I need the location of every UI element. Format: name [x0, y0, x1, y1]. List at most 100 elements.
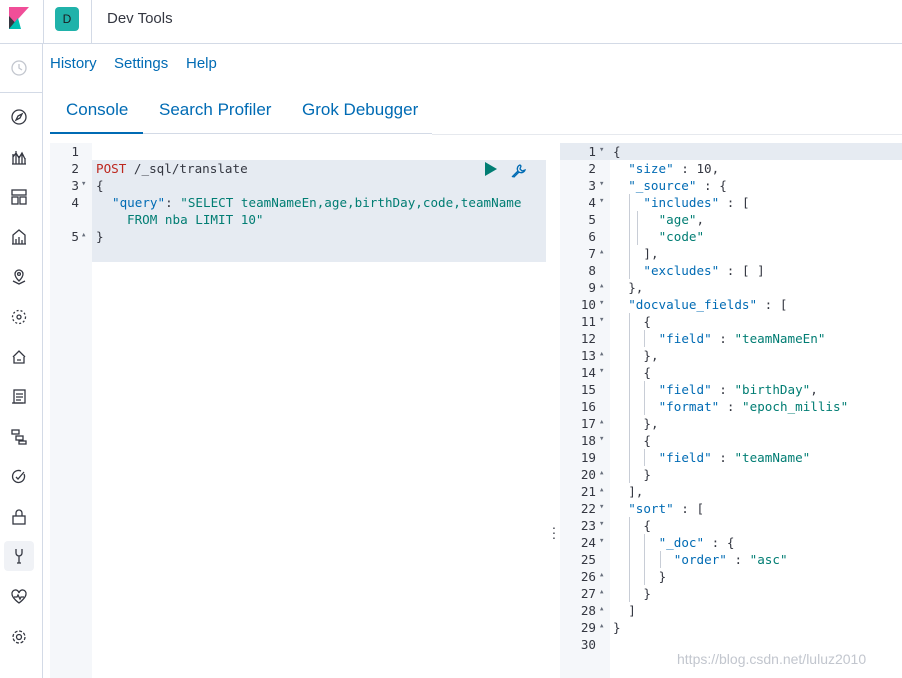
line-number: 28	[580, 603, 596, 618]
response-line: {	[643, 314, 651, 329]
canvas-icon[interactable]	[7, 225, 31, 249]
response-line: "field" : "teamName"	[658, 450, 811, 465]
open-brace: {	[96, 178, 104, 193]
line-number: 30	[580, 637, 596, 652]
resize-handle[interactable]: · · ·	[551, 520, 557, 544]
fold-open-icon[interactable]: ▾	[599, 502, 604, 512]
response-line: "code"	[658, 229, 705, 244]
response-line: "_source" : {	[628, 178, 727, 193]
line-number: 3	[71, 178, 79, 193]
line-number: 26	[580, 569, 596, 584]
query-value-wrap: FROM nba LIMIT 10"	[127, 212, 264, 227]
indent-guide	[644, 449, 646, 466]
line-number: 1	[71, 144, 79, 159]
help-link[interactable]: Help	[186, 55, 217, 72]
send-request-button[interactable]	[484, 162, 498, 176]
indent-guide	[644, 534, 646, 585]
request-gutter	[50, 143, 92, 678]
kibana-logo-icon[interactable]	[9, 7, 29, 29]
request-line: }	[96, 228, 104, 245]
indent-guide	[629, 194, 631, 279]
response-line: }	[658, 569, 667, 584]
response-line: "field" : "teamNameEn"	[658, 331, 826, 346]
fold-close-icon[interactable]: ▴	[81, 230, 86, 240]
response-line: ],	[628, 484, 644, 499]
gear-icon[interactable]	[7, 625, 31, 649]
maps-icon[interactable]	[7, 265, 31, 289]
response-line: "sort" : [	[628, 501, 705, 516]
settings-link[interactable]: Settings	[114, 55, 168, 72]
indent-guide	[629, 313, 631, 483]
line-number: 9	[588, 280, 596, 295]
fold-open-icon[interactable]: ▾	[599, 196, 604, 206]
response-line: {	[613, 144, 621, 159]
response-line: "field" : "birthDay",	[658, 382, 818, 397]
line-number: 21	[580, 484, 596, 499]
line-number: 8	[588, 263, 596, 278]
history-link[interactable]: History	[50, 55, 97, 72]
line-number: 24	[580, 535, 596, 550]
fold-open-icon[interactable]: ▾	[599, 434, 604, 444]
response-line: "age",	[658, 212, 705, 227]
dashboard-icon[interactable]	[7, 185, 31, 209]
compass-icon[interactable]	[7, 105, 31, 129]
dev-tools-tabs: Console Search Profiler Grok Debugger	[50, 90, 432, 134]
fold-open-icon[interactable]: ▾	[599, 366, 604, 376]
line-number: 25	[580, 552, 596, 567]
response-line: {	[643, 518, 651, 533]
side-nav	[0, 44, 43, 678]
request-editor[interactable]: 1 2 3 4 5 ▾ ▴ POST /_sql/translate { "qu…	[50, 143, 546, 678]
fold-open-icon[interactable]: ▾	[81, 179, 86, 189]
fold-close-icon[interactable]: ▴	[599, 247, 604, 257]
fold-open-icon[interactable]: ▾	[599, 179, 604, 189]
chart-icon[interactable]	[7, 145, 31, 169]
response-line: }	[643, 586, 651, 601]
monitoring-icon[interactable]	[7, 585, 31, 609]
fold-close-icon[interactable]: ▴	[599, 485, 604, 495]
fold-open-icon[interactable]: ▾	[599, 298, 604, 308]
logs-icon[interactable]	[7, 385, 31, 409]
infra-icon[interactable]	[7, 345, 31, 369]
line-number: 12	[580, 331, 596, 346]
panel-divider	[432, 134, 902, 135]
close-brace: }	[96, 229, 104, 244]
line-number: 18	[580, 433, 596, 448]
space-avatar[interactable]: D	[55, 7, 79, 31]
response-line: "docvalue_fields" : [	[628, 297, 788, 312]
fold-close-icon[interactable]: ▴	[599, 281, 604, 291]
fold-close-icon[interactable]: ▴	[599, 570, 604, 580]
fold-close-icon[interactable]: ▴	[599, 349, 604, 359]
line-number: 4	[588, 195, 596, 210]
fold-close-icon[interactable]: ▴	[599, 468, 604, 478]
ml-icon[interactable]	[7, 305, 31, 329]
request-line: "query": "SELECT teamNameEn,age,birthDay…	[112, 194, 521, 211]
tab-grok-debugger[interactable]: Grok Debugger	[302, 100, 418, 120]
selected-tab-indicator	[50, 132, 143, 134]
wrench-icon[interactable]	[509, 162, 527, 180]
clock-icon[interactable]	[7, 56, 31, 80]
fold-close-icon[interactable]: ▴	[599, 417, 604, 427]
indent-guide	[659, 551, 661, 568]
apm-icon[interactable]	[7, 425, 31, 449]
fold-close-icon[interactable]: ▴	[599, 587, 604, 597]
fold-close-icon[interactable]: ▴	[599, 604, 604, 614]
tab-search-profiler[interactable]: Search Profiler	[159, 100, 271, 120]
devtools-icon[interactable]	[4, 541, 34, 571]
response-line: "includes" : [	[643, 195, 750, 210]
tab-console[interactable]: Console	[66, 100, 128, 120]
siem-icon[interactable]	[7, 505, 31, 529]
request-line: POST /_sql/translate	[96, 160, 248, 177]
query-colon: :	[165, 195, 181, 210]
response-viewer[interactable]: 1 ▾{2 "size" : 10, 3 ▾ "_source" : {4 ▾ "includ…	[560, 143, 902, 678]
response-line: ]	[628, 603, 636, 618]
fold-open-icon[interactable]: ▾	[599, 315, 604, 325]
fold-open-icon[interactable]: ▾	[599, 536, 604, 546]
fold-open-icon[interactable]: ▾	[599, 145, 604, 155]
uptime-icon[interactable]	[7, 465, 31, 489]
line-number: 5	[588, 212, 596, 227]
indent-guide	[636, 211, 638, 245]
fold-open-icon[interactable]: ▾	[599, 519, 604, 529]
line-number: 10	[580, 297, 596, 312]
fold-close-icon[interactable]: ▴	[599, 621, 604, 631]
nav-divider	[0, 92, 43, 93]
